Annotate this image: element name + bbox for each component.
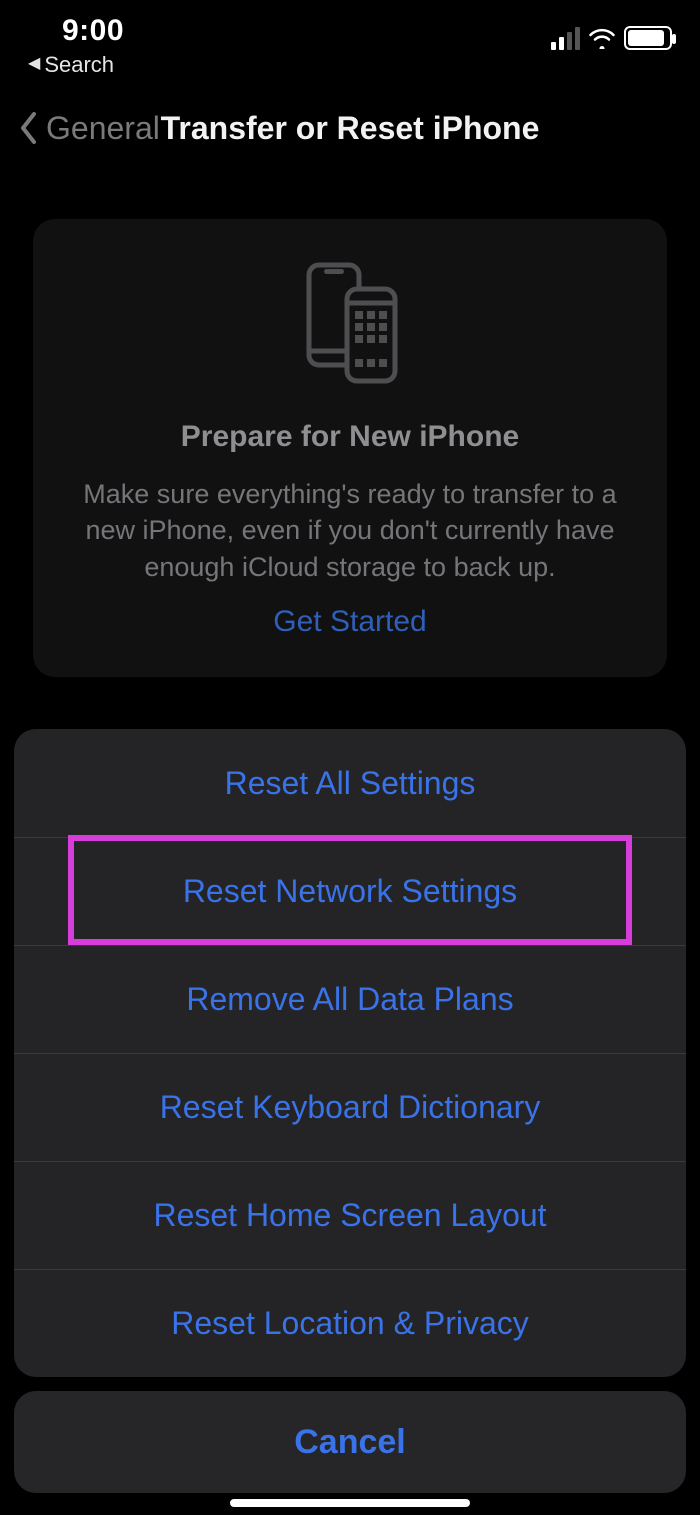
transfer-phones-icon: [295, 259, 405, 392]
status-time: 9:00: [62, 14, 124, 48]
remove-all-data-plans-option[interactable]: Remove All Data Plans: [14, 945, 686, 1053]
cellular-icon: [551, 27, 580, 50]
back-triangle-icon: ◀: [28, 56, 40, 72]
get-started-button[interactable]: Get Started: [273, 605, 426, 649]
screen: 9:00 ◀ Search General Transfer or Reset …: [0, 0, 700, 1515]
prepare-card-description: Make sure everything's ready to transfer…: [70, 476, 630, 585]
reset-network-settings-option[interactable]: Reset Network Settings: [14, 837, 686, 945]
nav-bar: General Transfer or Reset iPhone: [0, 96, 700, 160]
back-to-app-label: Search: [44, 52, 114, 78]
wifi-icon: [588, 27, 616, 49]
back-to-search-pill[interactable]: ◀ Search: [28, 52, 114, 78]
battery-icon: [624, 26, 672, 50]
home-indicator[interactable]: [230, 1499, 470, 1507]
reset-options-group: Reset All Settings Reset Network Setting…: [14, 729, 686, 1377]
status-indicators: [551, 26, 672, 50]
page-title: Transfer or Reset iPhone: [161, 110, 540, 147]
nav-back-button[interactable]: General: [18, 110, 160, 147]
cancel-button[interactable]: Cancel: [14, 1391, 686, 1493]
prepare-card: Prepare for New iPhone Make sure everyth…: [33, 219, 667, 677]
reset-action-sheet: Reset All Settings Reset Network Setting…: [14, 729, 686, 1493]
chevron-left-icon: [18, 110, 40, 146]
reset-keyboard-dictionary-option[interactable]: Reset Keyboard Dictionary: [14, 1053, 686, 1161]
reset-home-screen-layout-option[interactable]: Reset Home Screen Layout: [14, 1161, 686, 1269]
prepare-card-title: Prepare for New iPhone: [181, 420, 519, 454]
reset-location-privacy-option[interactable]: Reset Location & Privacy: [14, 1269, 686, 1377]
nav-back-label: General: [46, 110, 160, 147]
reset-all-settings-option[interactable]: Reset All Settings: [14, 729, 686, 837]
